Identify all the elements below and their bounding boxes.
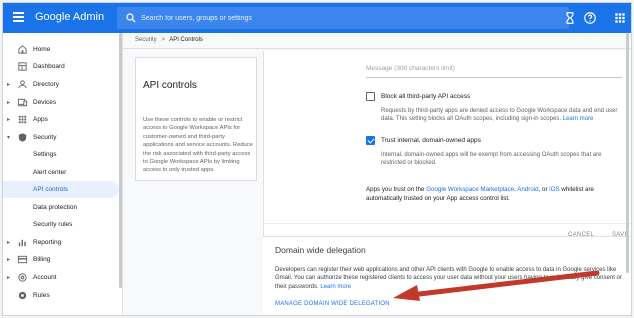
- billing-icon: [17, 255, 28, 264]
- api-controls-summary-card: API controls Use these controls to enabl…: [135, 57, 257, 181]
- trusted-apps-note: Apps you trust on the Google Workspace M…: [366, 185, 630, 203]
- marketplace-link[interactable]: Google Workspace Marketplace: [426, 186, 514, 193]
- trust-internal-checkbox[interactable]: [366, 136, 375, 145]
- sidebar-item-alert-center[interactable]: Alert center: [3, 164, 119, 181]
- top-app-bar: Google Admin: [3, 3, 631, 33]
- trust-internal-label: Trust internal, domain-owned apps: [381, 137, 481, 144]
- apps-grid-icon: [18, 115, 27, 124]
- chevron-down-icon: ▾: [7, 135, 11, 141]
- sidebar-item-rules[interactable]: Rules: [3, 287, 119, 304]
- admin-window: Google Admin Home Dashboard ▸ Directory …: [2, 2, 632, 316]
- sidebar-item-label: Account: [33, 274, 57, 281]
- hourglass-icon[interactable]: [563, 11, 577, 25]
- sidebar-item-directory[interactable]: ▸ Directory: [3, 76, 119, 93]
- note-text: Apps you trust on the: [366, 186, 427, 193]
- chevron-right-icon: ▸: [7, 82, 11, 88]
- sidebar-item-label: Alert center: [33, 169, 67, 176]
- hamburger-menu-icon[interactable]: [13, 12, 24, 22]
- shield-icon: [18, 133, 27, 142]
- sidebar-item-account[interactable]: ▸ Account: [3, 269, 119, 286]
- rules-icon: [18, 291, 27, 300]
- account-icon: [18, 273, 27, 282]
- sidebar-item-apps[interactable]: ▸ Apps: [3, 111, 119, 128]
- sidebar-item-api-controls[interactable]: API controls: [3, 181, 119, 198]
- manage-domain-wide-delegation-button[interactable]: MANAGE DOMAIN WIDE DELEGATION: [275, 301, 390, 307]
- sidebar-item-label: Settings: [33, 151, 57, 158]
- sidebar-item-label: Security: [33, 134, 57, 141]
- sidebar-item-label: Home: [33, 46, 51, 53]
- bar-chart-icon: [18, 239, 26, 247]
- android-link[interactable]: Android: [517, 186, 538, 193]
- sidebar-item-label: Directory: [33, 81, 60, 88]
- dwd-learn-more-link[interactable]: Learn more: [320, 284, 351, 290]
- person-icon: [18, 80, 27, 89]
- dashboard-icon: [18, 62, 27, 71]
- devices-icon: [17, 98, 28, 107]
- card-description: Use these controls to enable or restrict…: [143, 117, 253, 174]
- third-party-settings-card: Message (300 characters limit) Block all…: [263, 51, 631, 246]
- block-third-party-description: Requests by third-party apps are denied …: [381, 107, 621, 124]
- chevron-right-icon: ▸: [7, 240, 11, 246]
- search-icon: [126, 13, 136, 23]
- card-title: API controls: [143, 80, 197, 91]
- breadcrumb-current: API Controls: [169, 37, 203, 43]
- search-bar[interactable]: [117, 7, 569, 29]
- sidebar-item-label: Security rules: [33, 221, 73, 228]
- sidebar-item-label: Apps: [33, 116, 48, 123]
- sidebar-item-data-protection[interactable]: Data protection: [3, 199, 119, 216]
- trust-internal-description: Internal, domain-owned apps will be exem…: [381, 152, 602, 167]
- annotation-arrow: [393, 271, 600, 301]
- learn-more-link[interactable]: Learn more: [563, 116, 594, 122]
- sidebar-item-label: API controls: [33, 186, 69, 193]
- sidebar-item-reporting[interactable]: ▸ Reporting: [3, 234, 119, 251]
- sidebar-nav: Home Dashboard ▸ Directory ▸ Devices ▸ A…: [3, 33, 123, 315]
- sidebar-item-billing[interactable]: ▸ Billing: [3, 251, 119, 268]
- block-third-party-label: Block all third-party API access: [381, 93, 471, 100]
- sidebar-item-security-rules[interactable]: Security rules: [3, 216, 119, 233]
- message-field-underline: [366, 77, 622, 78]
- brand-logo[interactable]: Google Admin: [35, 11, 104, 23]
- note-text: , or: [538, 186, 550, 193]
- block-third-party-checkbox[interactable]: [366, 92, 375, 101]
- breadcrumb: Security > API Controls: [135, 37, 203, 43]
- sidebar-item-label: Dashboard: [33, 63, 65, 70]
- sidebar-item-label: Rules: [33, 292, 50, 299]
- chevron-right-icon: ▸: [7, 275, 11, 281]
- sidebar-item-label: Devices: [33, 99, 57, 106]
- card-divider: [264, 223, 631, 224]
- chevron-right-icon: ▸: [7, 100, 11, 106]
- home-icon: [18, 45, 27, 54]
- message-field[interactable]: Message (300 characters limit): [366, 65, 455, 72]
- apps-launcher-icon[interactable]: [613, 11, 627, 25]
- sidebar-item-label: Billing: [33, 256, 51, 263]
- breadcrumb-security-link[interactable]: Security: [135, 37, 157, 43]
- breadcrumb-separator: >: [161, 37, 165, 43]
- sidebar-item-devices[interactable]: ▸ Devices: [3, 94, 119, 111]
- breadcrumb-divider: [123, 48, 631, 49]
- sidebar-item-settings[interactable]: Settings: [3, 146, 119, 163]
- sidebar-item-label: Reporting: [33, 239, 62, 246]
- chevron-right-icon: ▸: [7, 117, 11, 123]
- sidebar-item-home[interactable]: Home: [3, 41, 119, 58]
- sidebar-item-security[interactable]: ▾ Security: [3, 129, 119, 146]
- content-scrollbar[interactable]: [626, 33, 629, 273]
- chevron-right-icon: ▸: [7, 257, 11, 263]
- sidebar-item-dashboard[interactable]: Dashboard: [3, 58, 119, 75]
- help-icon[interactable]: [583, 11, 597, 25]
- sidebar-item-label: Data protection: [33, 204, 78, 211]
- sidebar-scrollbar[interactable]: [119, 33, 122, 288]
- search-input[interactable]: [141, 12, 441, 24]
- ios-link[interactable]: iOS: [549, 186, 559, 193]
- dwd-title: Domain wide delegation: [275, 245, 366, 255]
